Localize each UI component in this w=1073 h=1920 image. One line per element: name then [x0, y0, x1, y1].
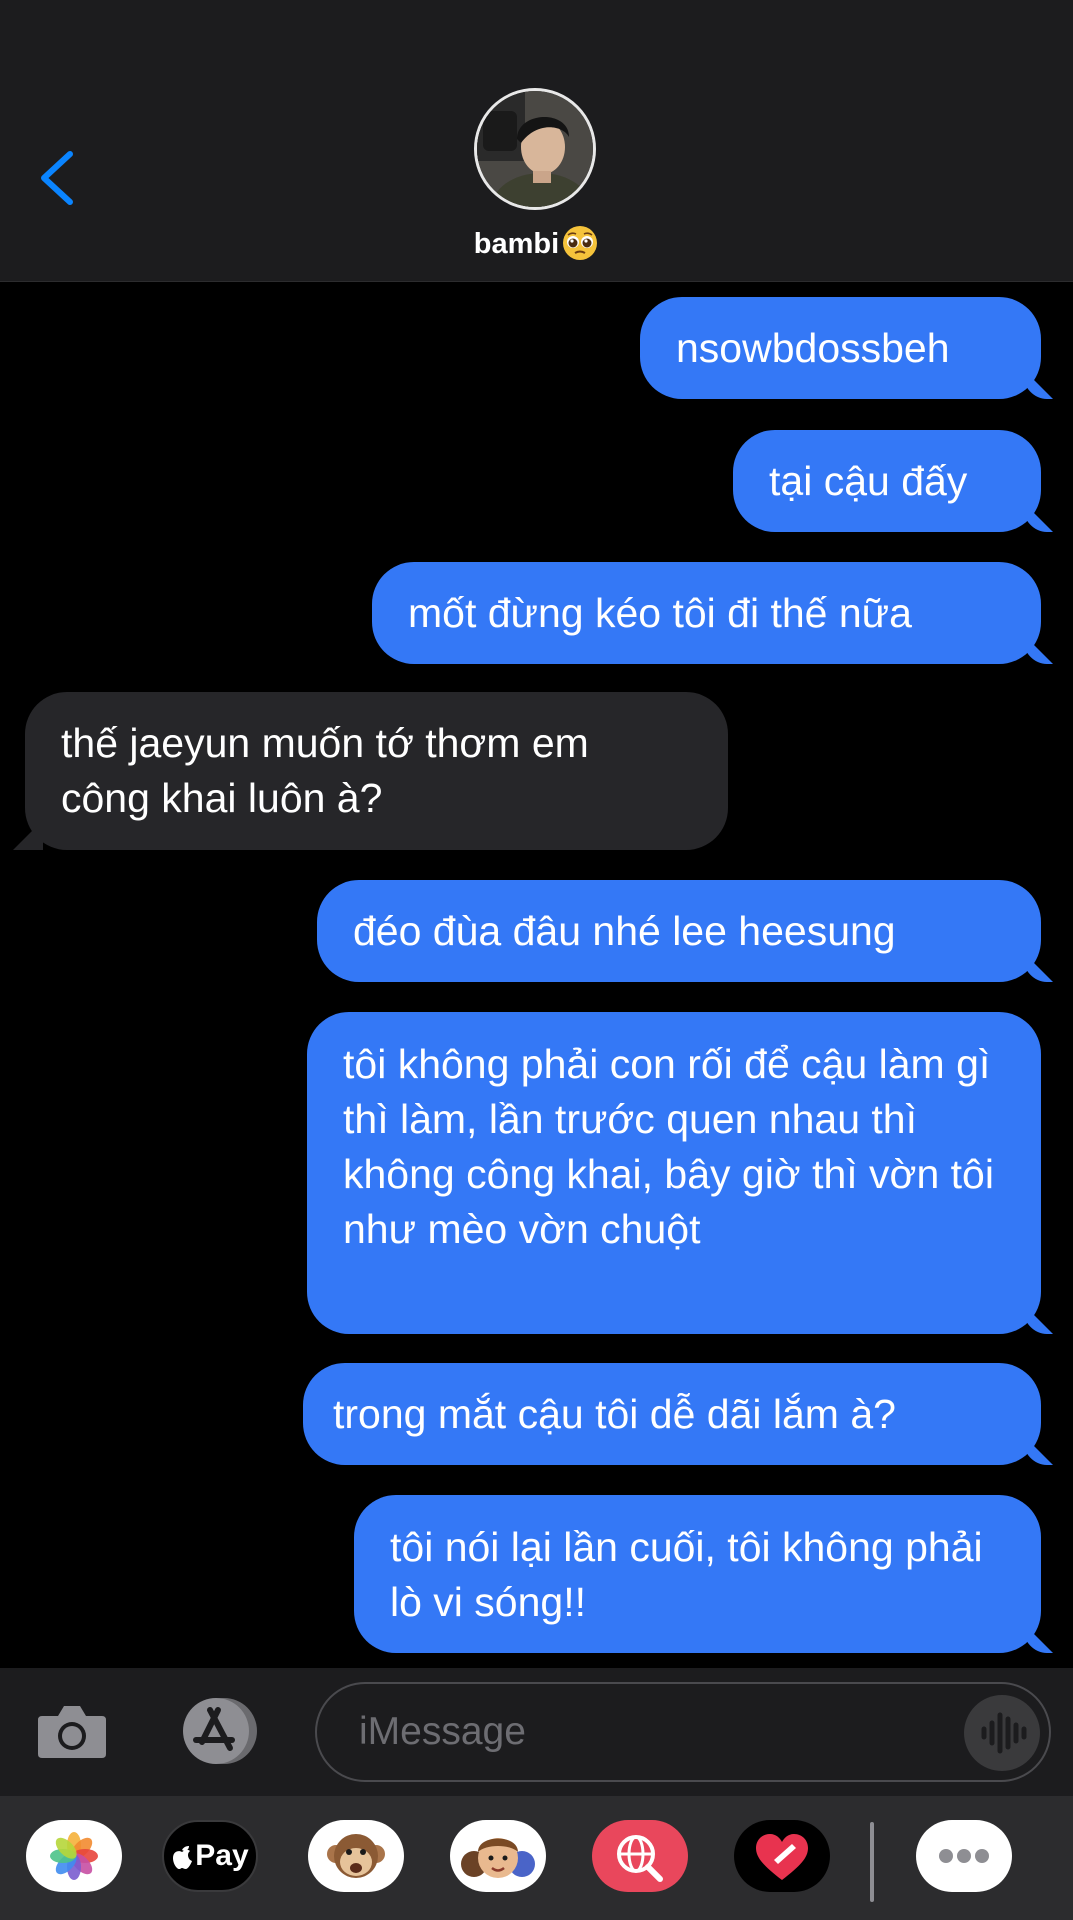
message-bubble-outgoing[interactable]: nsowbdossbeh: [640, 297, 1041, 399]
more-apps-button[interactable]: [916, 1820, 1012, 1892]
ellipsis-icon: [939, 1849, 989, 1863]
back-button[interactable]: [36, 148, 80, 208]
app-store-button[interactable]: [174, 1696, 266, 1766]
conversation-header: bambi: [0, 0, 1073, 282]
heart-touch-icon: [756, 1834, 808, 1880]
waveform-icon: [981, 1712, 1027, 1754]
avatar-photo: [477, 91, 593, 207]
contact-name-text: bambi: [473, 228, 560, 260]
animoji-button[interactable]: [308, 1820, 404, 1892]
memoji-stickers-button[interactable]: [450, 1820, 546, 1892]
audio-message-button[interactable]: [964, 1695, 1040, 1771]
imessage-input[interactable]: [315, 1682, 1051, 1782]
monkey-icon: [327, 1834, 385, 1878]
camera-button[interactable]: [36, 1700, 108, 1762]
message-text: nsowbdossbeh: [676, 324, 950, 371]
message-text: tại cậu đấy: [769, 457, 968, 504]
globe-search-icon: [617, 1835, 663, 1882]
message-text: đéo đùa đâu nhé lee heesung: [353, 907, 896, 954]
message-bubble-outgoing[interactable]: tại cậu đấy: [733, 430, 1041, 532]
camera-icon: [38, 1706, 106, 1758]
photos-icon: [50, 1832, 98, 1880]
message-text: mốt đừng kéo tôi đi thế nữa: [408, 589, 912, 636]
message-text: tôi không phải con rối để cậu làm gì thì…: [343, 1041, 994, 1252]
contact-name[interactable]: bambi: [0, 224, 1073, 262]
message-text: thế jaeyun muốn tớ thơm em công khai luô…: [61, 720, 589, 821]
apple-pay-label: Pay: [195, 1839, 249, 1872]
apple-logo-icon: [173, 1846, 193, 1869]
message-text: tôi nói lại lần cuối, tôi không phải lò …: [390, 1524, 983, 1625]
app-store-icon: [183, 1698, 257, 1764]
chevron-left-icon: [41, 151, 73, 205]
message-text: trong mắt cậu tôi dễ dãi lắm à?: [333, 1390, 896, 1437]
apple-pay-button[interactable]: Pay: [162, 1820, 258, 1892]
message-bubble-outgoing[interactable]: đéo đùa đâu nhé lee heesung: [317, 880, 1041, 982]
message-bubble-outgoing[interactable]: tôi không phải con rối để cậu làm gì thì…: [307, 1012, 1041, 1334]
photos-app-button[interactable]: [26, 1820, 122, 1892]
message-bubble-outgoing[interactable]: mốt đừng kéo tôi đi thế nữa: [372, 562, 1041, 664]
pleading-face-emoji: [561, 224, 599, 262]
message-bubble-incoming[interactable]: thế jaeyun muốn tớ thơm em công khai luô…: [25, 692, 728, 850]
contact-avatar[interactable]: [474, 88, 596, 210]
image-search-button[interactable]: [592, 1820, 688, 1892]
memoji-icon: [461, 1838, 535, 1878]
message-bubble-outgoing[interactable]: trong mắt cậu tôi dễ dãi lắm à?: [303, 1363, 1041, 1465]
message-bubble-outgoing[interactable]: tôi nói lại lần cuối, tôi không phải lò …: [354, 1495, 1041, 1653]
compose-bar: [0, 1668, 1073, 1796]
imessage-app-drawer: Pay: [0, 1796, 1073, 1920]
digital-touch-button[interactable]: [734, 1820, 830, 1892]
drawer-divider: [870, 1822, 874, 1902]
